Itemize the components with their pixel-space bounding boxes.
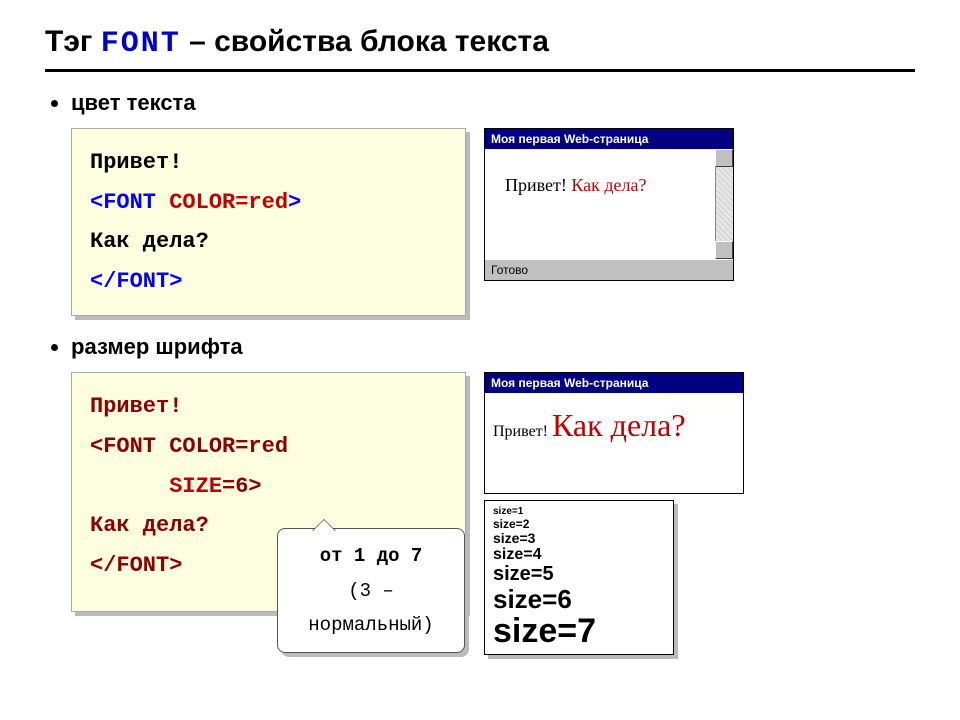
preview-window-color: Моя первая Web-страница Привет! Как дела… [484,128,734,281]
code-line: Привет! [90,150,182,175]
code-attr: COLOR=red [169,190,288,215]
preview-text: Привет! [493,423,552,440]
code-attr: SIZE [169,474,222,499]
title-tag: Тэг [45,25,92,58]
title-keyword: FONT [101,27,181,61]
callout-line1: от 1 до 7 [296,539,446,573]
code-indent [90,474,169,499]
window-client: Привет! Как дела? [485,393,743,493]
scroll-down-button[interactable] [715,241,733,259]
slide-title: Тэг FONT – свойства блока текста [45,25,915,72]
code-line: Как дела? [90,513,209,538]
bullet-color-label: цвет текста [71,90,196,116]
bullet-color: цвет текста Привет! <FONT COLOR=red> Как… [71,90,915,316]
callout-line2: (3 – нормальный) [296,574,446,642]
scroll-up-button[interactable] [715,149,733,167]
code-line: <FONT [90,190,169,215]
size-sample: size=6 [493,585,665,613]
preview-text-red: Как дела? [571,175,646,195]
window-titlebar: Моя первая Web-страница [485,129,733,149]
code-line: > [288,190,301,215]
bullet-size: размер шрифта Привет! <FONT COLOR=red SI… [71,334,915,655]
preview-window-size: Моя первая Web-страница Привет! Как дела… [484,372,744,494]
code-line: =6> [222,474,262,499]
window-titlebar: Моя первая Web-страница [485,373,743,393]
code-line: <FONT COLOR=red [90,434,288,459]
code-size: Привет! <FONT COLOR=red SIZE=6> Как дела… [71,372,466,612]
window-client: Привет! Как дела? [485,149,733,259]
window-title: Моя первая Web-страница [491,132,727,146]
scrollbar[interactable] [715,149,733,259]
size-sample: size=3 [493,531,665,546]
size-sample: size=7 [493,613,665,650]
preview-column: Моя первая Web-страница Привет! Как дела… [484,372,744,655]
code-line: </FONT> [90,553,182,578]
code-line: </FONT> [90,269,182,294]
size-sample: size=4 [493,546,665,563]
size-sample: size=5 [493,564,665,586]
title-rest: – свойства блока текста [189,25,549,58]
window-statusbar: Готово [485,259,733,280]
preview-text-big: Как дела? [552,407,686,443]
preview-text: Привет! [505,175,571,195]
window-title: Моя первая Web-страница [491,376,737,390]
callout: от 1 до 7 (3 – нормальный) [277,528,465,653]
font-sizes-demo: size=1 size=2 size=3 size=4 size=5 size=… [484,500,674,655]
code-color: Привет! <FONT COLOR=red> Как дела? </FON… [71,128,466,316]
bullet-size-label: размер шрифта [71,334,243,360]
code-line: Привет! [90,394,182,419]
code-line: Как дела? [90,229,209,254]
